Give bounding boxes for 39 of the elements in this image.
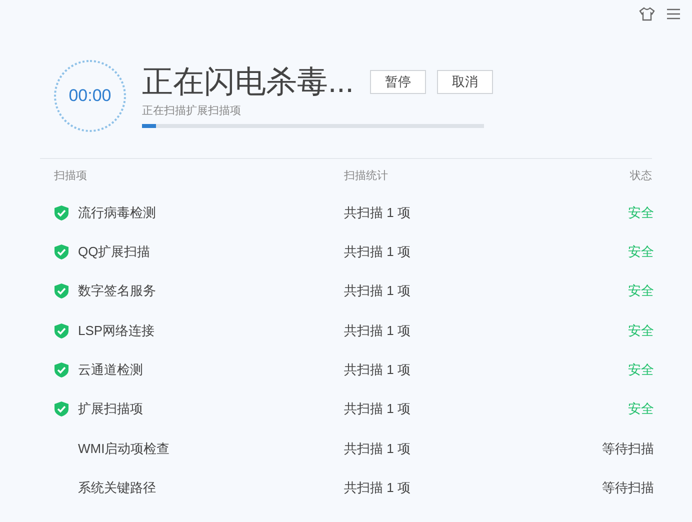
scan-status: 安全 xyxy=(628,400,654,418)
scan-item-name: 扩展扫描项 xyxy=(78,400,144,418)
column-header: 扫描项 xyxy=(54,168,88,184)
scan-count: 共扫描 1 项 xyxy=(344,400,412,418)
column-header: 扫描统计 xyxy=(344,168,389,184)
scan-count: 共扫描 1 项 xyxy=(344,243,412,262)
menu-icon[interactable] xyxy=(667,8,680,20)
scan-status: 安全 xyxy=(628,204,654,222)
scan-item-name: 云通道检测 xyxy=(78,361,144,380)
scan-item-name: WMI启动项检查 xyxy=(78,440,171,458)
scan-status: 等待扫描 xyxy=(602,478,654,497)
scan-count: 共扫描 1 项 xyxy=(344,322,412,340)
scan-count: 共扫描 1 项 xyxy=(344,282,412,300)
scan-item-name: 数字签名服务 xyxy=(78,282,157,300)
scan-item-name: 流行病毒检测 xyxy=(78,204,157,222)
shield-check-icon xyxy=(54,283,69,300)
action-button[interactable]: 暂停 xyxy=(370,70,426,94)
scan-item-name: LSP网络连接 xyxy=(78,322,156,340)
scan-status: 安全 xyxy=(628,361,654,380)
shield-check-icon xyxy=(54,244,69,260)
shirt-icon[interactable] xyxy=(639,7,655,21)
shield-check-icon xyxy=(54,401,69,418)
scan-status: 安全 xyxy=(628,322,654,340)
scan-count: 共扫描 1 项 xyxy=(344,478,412,497)
scan-status: 等待扫描 xyxy=(602,440,654,458)
scan-count: 共扫描 1 项 xyxy=(344,440,412,458)
column-header: 状态 xyxy=(630,168,652,184)
shield-check-icon xyxy=(54,362,69,378)
scan-count: 共扫描 1 项 xyxy=(344,361,412,380)
scan-item-name: 系统关键路径 xyxy=(78,478,157,497)
scan-status: 安全 xyxy=(628,243,654,262)
shield-check-icon xyxy=(54,204,69,221)
scan-count: 共扫描 1 项 xyxy=(344,204,412,222)
scan-item-name: QQ扩展扫描 xyxy=(78,243,152,262)
action-button[interactable]: 取消 xyxy=(436,70,493,94)
scan-status: 安全 xyxy=(628,282,654,300)
shield-check-icon xyxy=(54,322,69,339)
scan-title: 正在闪电杀毒... xyxy=(142,63,354,101)
scan-subtitle: 正在扫描扩展扫描项 xyxy=(142,104,242,119)
